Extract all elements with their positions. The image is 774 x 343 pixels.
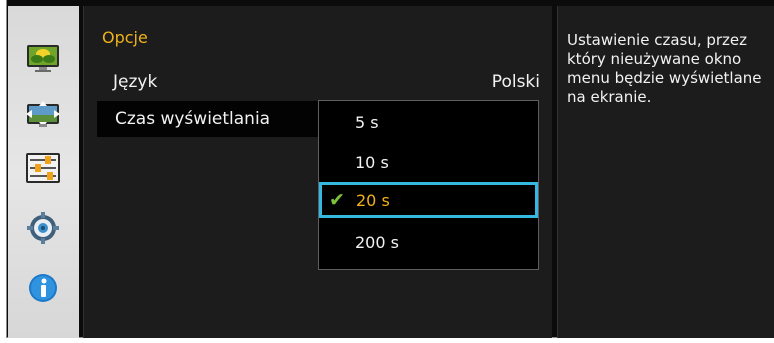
option-20s[interactable]: ✔ 20 s [319, 182, 538, 218]
menu-item-display-time[interactable]: Czas wyświetlania [115, 109, 270, 129]
menu-item-language[interactable]: Język [113, 72, 157, 92]
options-panel: Opcje Język Polski Czas wyświetlania 5 s… [83, 6, 552, 338]
option-label: 20 s [356, 191, 390, 210]
option-200s[interactable]: 200 s [319, 225, 538, 261]
sidebar [8, 6, 79, 338]
checkmark-icon: ✔ [329, 189, 345, 211]
help-text: Ustawienie czasu, przez który nieużywane… [567, 31, 762, 106]
display-position-icon[interactable] [25, 100, 61, 132]
options-sliders-icon[interactable] [25, 152, 61, 184]
option-label: 5 s [355, 113, 379, 132]
option-label: 200 s [355, 233, 399, 252]
info-icon[interactable] [25, 272, 61, 304]
help-panel: Ustawienie czasu, przez który nieużywane… [557, 6, 774, 338]
option-5s[interactable]: 5 s [319, 105, 538, 141]
panel-title: Opcje [102, 28, 148, 47]
gear-icon[interactable] [25, 212, 61, 244]
option-label: 10 s [355, 153, 389, 172]
option-10s[interactable]: 10 s [319, 145, 538, 181]
picture-icon[interactable] [25, 42, 61, 74]
language-value: Polski [491, 72, 540, 92]
display-time-dropdown: 5 s 10 s ✔ 20 s 200 s [318, 100, 539, 270]
